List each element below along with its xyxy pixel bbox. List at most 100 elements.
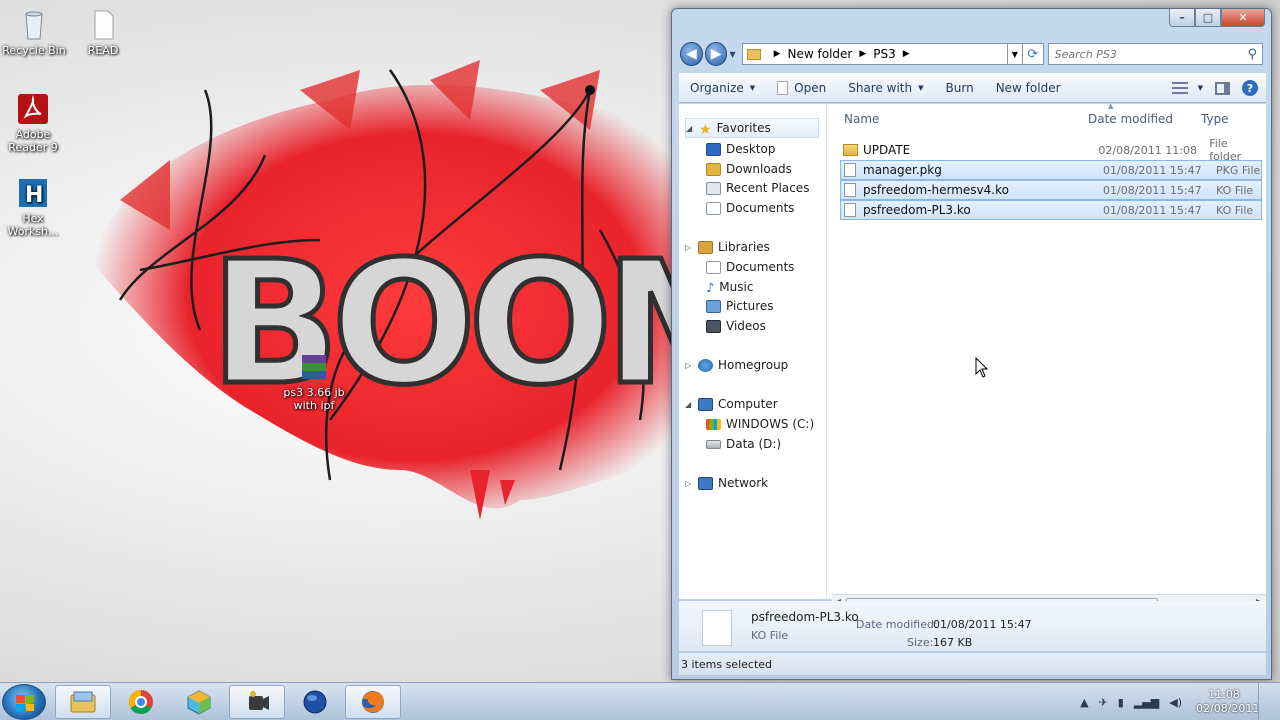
share-with-button[interactable]: Share with ▼ — [837, 74, 934, 102]
taskbar-game[interactable] — [171, 685, 227, 719]
recycle-bin-icon — [25, 11, 43, 40]
column-header-date[interactable]: Date modified — [1088, 112, 1173, 126]
search-icon[interactable]: ⚲ — [1247, 47, 1257, 62]
nav-videos[interactable]: Videos — [706, 316, 766, 336]
organize-button[interactable]: Organize ▼ — [679, 74, 766, 102]
volume-icon[interactable]: ◀) — [1169, 696, 1182, 709]
open-button[interactable]: Open — [766, 74, 837, 102]
file-row-psfreedom-hermesv4[interactable]: psfreedom-hermesv4.ko 01/08/2011 15:47 K… — [840, 180, 1262, 200]
taskbar-video[interactable] — [229, 685, 285, 719]
nav-favorites[interactable]: ◢ ★ Favorites — [685, 118, 819, 138]
show-desktop-button[interactable] — [1258, 683, 1272, 720]
svg-text:H: H — [25, 183, 43, 208]
expand-arrow-icon[interactable]: ◢ — [685, 400, 698, 409]
chevron-down-icon: ▼ — [749, 84, 756, 92]
file-row-psfreedom-pl3[interactable]: psfreedom-PL3.ko 01/08/2011 15:47 KO Fil… — [840, 200, 1262, 220]
nav-pictures[interactable]: Pictures — [706, 296, 774, 316]
folder-icon — [746, 48, 761, 60]
nav-drive-c[interactable]: WINDOWS (C:) — [706, 414, 814, 434]
back-button[interactable]: ◀ — [680, 42, 703, 66]
breadcrumb-separator-icon[interactable]: ▶ — [903, 49, 910, 59]
selection-status: 3 items selected — [681, 657, 773, 671]
nav-homegroup[interactable]: ▷ Homegroup — [685, 355, 788, 375]
nav-drive-d[interactable]: Data (D:) — [706, 434, 781, 454]
address-bar[interactable]: ▶ New folder ▶ PS3 ▶ — [741, 43, 1008, 65]
collapse-arrow-icon[interactable]: ◢ — [686, 124, 699, 133]
desktop-icon-adobe-reader[interactable]: Adobe Reader 9 — [0, 92, 68, 154]
file-row-update[interactable]: UPDATE 02/08/2011 11:08 File folder — [840, 137, 1262, 163]
adobe-reader-icon — [18, 94, 48, 124]
taskbar-globe[interactable] — [287, 685, 343, 719]
nav-network[interactable]: ▷ Network — [685, 473, 768, 493]
address-dropdown-icon[interactable]: ▼ — [1007, 43, 1023, 65]
desktop-icon-hex-workshop[interactable]: H Hex Worksh... — [0, 176, 68, 238]
desktop-icon-read[interactable]: READ — [68, 8, 138, 57]
file-date: 01/08/2011 15:47 — [1103, 163, 1202, 177]
column-header-type[interactable]: Type — [1201, 112, 1229, 126]
help-icon[interactable]: ? — [1242, 80, 1258, 96]
forward-button[interactable]: ▶ — [704, 42, 728, 66]
desktop-icon-label: ps3 3.66 jb with ipf — [283, 386, 345, 412]
burn-label: Burn — [945, 81, 974, 95]
nav-label: Data (D:) — [726, 437, 782, 451]
details-file-name: psfreedom-PL3.ko — [751, 610, 859, 624]
expand-arrow-icon[interactable]: ▷ — [685, 243, 698, 252]
clock[interactable]: 11:08 02/08/2011 — [1196, 688, 1259, 716]
preview-pane-icon[interactable] — [1215, 81, 1230, 95]
text-file-icon — [94, 10, 114, 40]
breadcrumb-separator-icon[interactable]: ▶ — [774, 49, 781, 59]
expand-arrow-icon[interactable]: ▷ — [685, 361, 698, 370]
details-pane: psfreedom-PL3.ko KO File Date modified: … — [679, 601, 1266, 651]
taskbar-chrome[interactable] — [113, 685, 169, 719]
new-folder-button[interactable]: New folder — [985, 74, 1072, 102]
nav-downloads[interactable]: Downloads — [706, 159, 792, 179]
command-bar: Organize ▼ Open Share with ▼ Burn New fold… — [679, 73, 1266, 103]
column-header-name[interactable]: Name — [844, 112, 879, 126]
recent-places-icon — [706, 181, 721, 195]
expand-arrow-icon[interactable]: ▷ — [685, 479, 698, 488]
nav-lib-documents[interactable]: Documents — [706, 257, 794, 277]
nav-label: Music — [719, 280, 754, 294]
file-row-manager-pkg[interactable]: manager.pkg 01/08/2011 15:47 PKG File — [840, 160, 1262, 180]
explorer-window[interactable]: – □ ✕ ◀ ▶ ▼ ▶ New folder ▶ PS3 ▶ ▼ ⟳ ⚲ O… — [671, 8, 1272, 680]
show-hidden-icons-icon[interactable]: ▲ — [1080, 696, 1088, 709]
desktop-icon-recycle-bin[interactable]: Recycle Bin — [0, 8, 69, 57]
navigation-pane: ◢ ★ Favorites Desktop Downloads Recent P… — [679, 104, 827, 600]
organize-label: Organize — [690, 81, 744, 95]
file-icon — [777, 81, 789, 95]
network-signal-icon[interactable]: ▂▄▆ — [1134, 696, 1159, 709]
details-size-label: Size: — [907, 636, 934, 649]
recent-pages-dropdown-icon[interactable]: ▼ — [729, 50, 735, 59]
desktop-icon-label: Adobe Reader 9 — [8, 128, 58, 154]
explorer-icon — [70, 691, 96, 713]
maximize-button[interactable]: □ — [1195, 9, 1221, 27]
desktop-icon-rar-archive[interactable]: ps3 3.66 jb with ipf — [279, 350, 349, 412]
desktop-icon-label: Hex Worksh... — [7, 212, 59, 238]
view-options-dropdown-icon[interactable]: ▼ — [1198, 84, 1203, 92]
power-icon[interactable]: ▮ — [1118, 696, 1124, 709]
breadcrumb-new-folder[interactable]: New folder — [788, 47, 853, 61]
taskbar-firefox[interactable] — [345, 685, 401, 719]
search-box[interactable]: ⚲ — [1047, 43, 1264, 65]
nav-libraries[interactable]: ▷ Libraries — [685, 237, 770, 257]
burn-button[interactable]: Burn — [935, 74, 985, 102]
nav-documents[interactable]: Documents — [706, 198, 794, 218]
nav-recent-places[interactable]: Recent Places — [706, 178, 809, 198]
taskbar-explorer[interactable] — [55, 685, 111, 719]
homegroup-icon — [698, 358, 713, 372]
close-button[interactable]: ✕ — [1221, 9, 1265, 27]
breadcrumb-separator-icon[interactable]: ▶ — [859, 49, 866, 59]
videos-icon — [706, 319, 721, 333]
file-name: UPDATE — [863, 143, 911, 157]
breadcrumb-ps3[interactable]: PS3 — [873, 47, 896, 61]
refresh-icon[interactable]: ⟳ — [1022, 43, 1044, 65]
search-input[interactable] — [1054, 47, 1245, 61]
nav-computer[interactable]: ◢ Computer — [685, 394, 778, 414]
start-button[interactable] — [2, 684, 46, 720]
pin-icon[interactable]: ✈ — [1099, 696, 1108, 709]
change-view-icon[interactable] — [1171, 82, 1188, 94]
nav-desktop[interactable]: Desktop — [706, 139, 776, 159]
nav-music[interactable]: ♪ Music — [706, 277, 753, 297]
minimize-button[interactable]: – — [1169, 9, 1195, 27]
computer-icon — [698, 397, 713, 411]
